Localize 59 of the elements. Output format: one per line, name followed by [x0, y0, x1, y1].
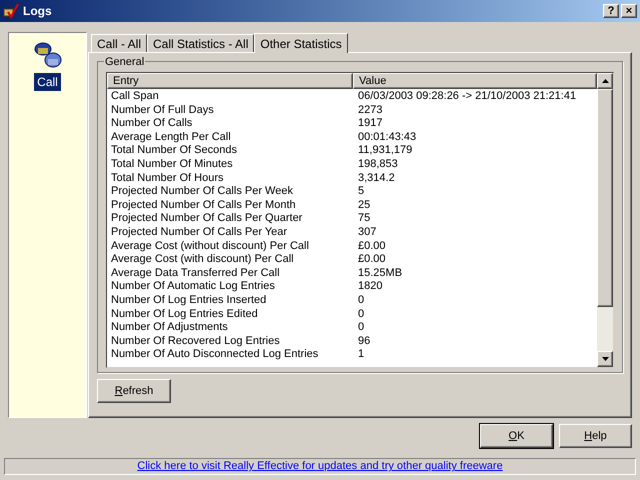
- table-cell-text: 00:01:43:43: [357, 130, 416, 144]
- column-header[interactable]: Entry: [107, 73, 353, 89]
- table-cell-text: 06/03/2003 09:28:26 -> 21/10/2003 21:21:41: [357, 90, 576, 104]
- table-cell-text: 1917: [357, 117, 382, 131]
- table-cell-text: Projected Number Of Calls Per Week: [110, 185, 294, 199]
- table-cell-text: Total Number Of Hours: [110, 172, 224, 186]
- table-cell-text: Number Of Adjustments: [110, 321, 229, 335]
- table-cell-text: 2273: [357, 104, 382, 118]
- table-cell-text: Projected Number Of Calls Per Month: [110, 198, 297, 212]
- up-arrow-icon: [602, 79, 608, 83]
- sidebar-item[interactable]: Call: [34, 73, 61, 91]
- tab[interactable]: Call Statistics - All: [147, 34, 254, 52]
- table-cell-text: 198,853: [357, 158, 398, 172]
- refresh-button[interactable]: Refresh: [97, 379, 171, 403]
- table-cell-text: Total Number Of Minutes: [110, 158, 234, 172]
- table-cell-text: Number Of Recovered Log Entries: [110, 334, 281, 348]
- table-cell-text: 0: [357, 321, 364, 335]
- table-cell-text: Average Data Transferred Per Call: [110, 266, 281, 280]
- tab[interactable]: Call - All: [91, 34, 148, 52]
- table-cell-text: 307: [357, 226, 376, 240]
- table-cell-text: Number Of Full Days: [110, 104, 215, 118]
- table-cell-text: 1: [357, 348, 364, 362]
- table-cell-text: Number Of Calls: [110, 117, 194, 131]
- table-cell-text: 5: [357, 185, 364, 199]
- table-cell-text: Total Number Of Seconds: [110, 144, 238, 158]
- table-cell-text: Average Length Per Call: [110, 130, 232, 144]
- table-cell-text: Projected Number Of Calls Per Year: [110, 226, 288, 240]
- table-cell-text: 25: [357, 198, 370, 212]
- table-cell-text: 3,314.2: [357, 172, 395, 186]
- tab[interactable]: Other Statistics: [254, 33, 348, 53]
- table-cell-text: Call Span: [110, 90, 160, 104]
- table-cell-text: 11,931,179: [357, 144, 412, 158]
- column-header[interactable]: Value: [353, 73, 597, 89]
- down-arrow-icon: [602, 357, 608, 361]
- table-cell-text: 15.25MB: [357, 266, 402, 280]
- close-button[interactable]: ×: [621, 4, 637, 18]
- table-cell-text: 1820: [357, 280, 382, 294]
- table-cell-text: Average Cost (with discount) Per Call: [110, 253, 295, 267]
- table-cell-text: 75: [357, 212, 370, 226]
- table-cell-text: 96: [357, 334, 370, 348]
- table-cell-text: £0.00: [357, 253, 386, 267]
- phone-check-icon: [3, 3, 19, 19]
- table-cell-text: 0: [357, 294, 364, 308]
- window-title: Logs: [23, 3, 52, 20]
- table-cell-text: Number Of Log Entries Edited: [110, 308, 259, 322]
- table-cell-text: Projected Number Of Calls Per Quarter: [110, 212, 304, 226]
- table-cell-text: Number Of Log Entries Inserted: [110, 294, 268, 308]
- help-button[interactable]: ?: [603, 4, 619, 18]
- table-cell-text: Number Of Auto Disconnected Log Entries: [110, 348, 320, 362]
- table-cell-text: Number Of Automatic Log Entries: [110, 280, 276, 294]
- scroll-down-button[interactable]: [597, 351, 613, 367]
- scroll-up-button[interactable]: [597, 73, 613, 89]
- table-cell-text: Average Cost (without discount) Per Call: [110, 240, 310, 254]
- help-button[interactable]: Help: [559, 424, 632, 448]
- freeware-link[interactable]: Click here to visit Really Effective for updates and try other quality freeware: [137, 458, 503, 475]
- scroll-thumb[interactable]: [597, 89, 613, 307]
- ok-button[interactable]: OK: [480, 424, 553, 448]
- table-cell-text: 0: [357, 308, 364, 322]
- table-cell-text: £0.00: [357, 240, 386, 254]
